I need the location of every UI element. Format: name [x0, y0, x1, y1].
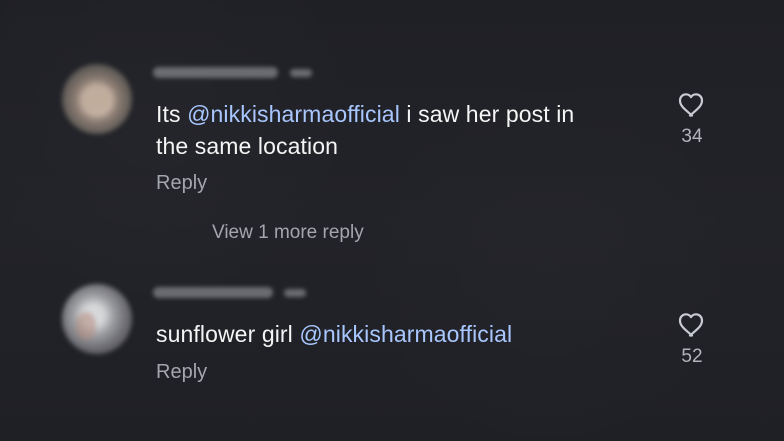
- avatar[interactable]: [62, 64, 132, 134]
- comment-text: Its @nikkisharmaofficial i saw her post …: [156, 98, 574, 162]
- heart-icon[interactable]: [677, 90, 707, 118]
- comment-text-prefix: sunflower girl: [156, 321, 300, 347]
- username-blurred: [153, 67, 278, 78]
- reply-button[interactable]: Reply: [156, 360, 207, 384]
- background: [0, 0, 784, 441]
- like-count: 52: [681, 346, 703, 367]
- comment-text-suffix: i saw her post in: [399, 101, 575, 127]
- avatar[interactable]: [62, 284, 132, 354]
- comment-text-prefix: Its: [156, 101, 188, 127]
- mention-link[interactable]: @nikkisharmaofficial: [187, 101, 400, 127]
- comment-text: sunflower girl @nikkisharmaofficial: [156, 318, 512, 350]
- mention-link[interactable]: @nikkisharmaofficial: [299, 321, 512, 347]
- view-more-replies-button[interactable]: View 1 more reply: [212, 221, 364, 245]
- like-control[interactable]: 52: [674, 310, 710, 368]
- comment-text-line2: the same location: [156, 133, 338, 159]
- like-count: 34: [681, 126, 703, 147]
- reply-button[interactable]: Reply: [156, 171, 207, 195]
- username-blurred: [153, 287, 273, 298]
- timestamp-blurred: [290, 69, 312, 77]
- timestamp-blurred: [284, 289, 306, 297]
- heart-icon[interactable]: [677, 310, 707, 338]
- like-control[interactable]: 34: [674, 90, 710, 148]
